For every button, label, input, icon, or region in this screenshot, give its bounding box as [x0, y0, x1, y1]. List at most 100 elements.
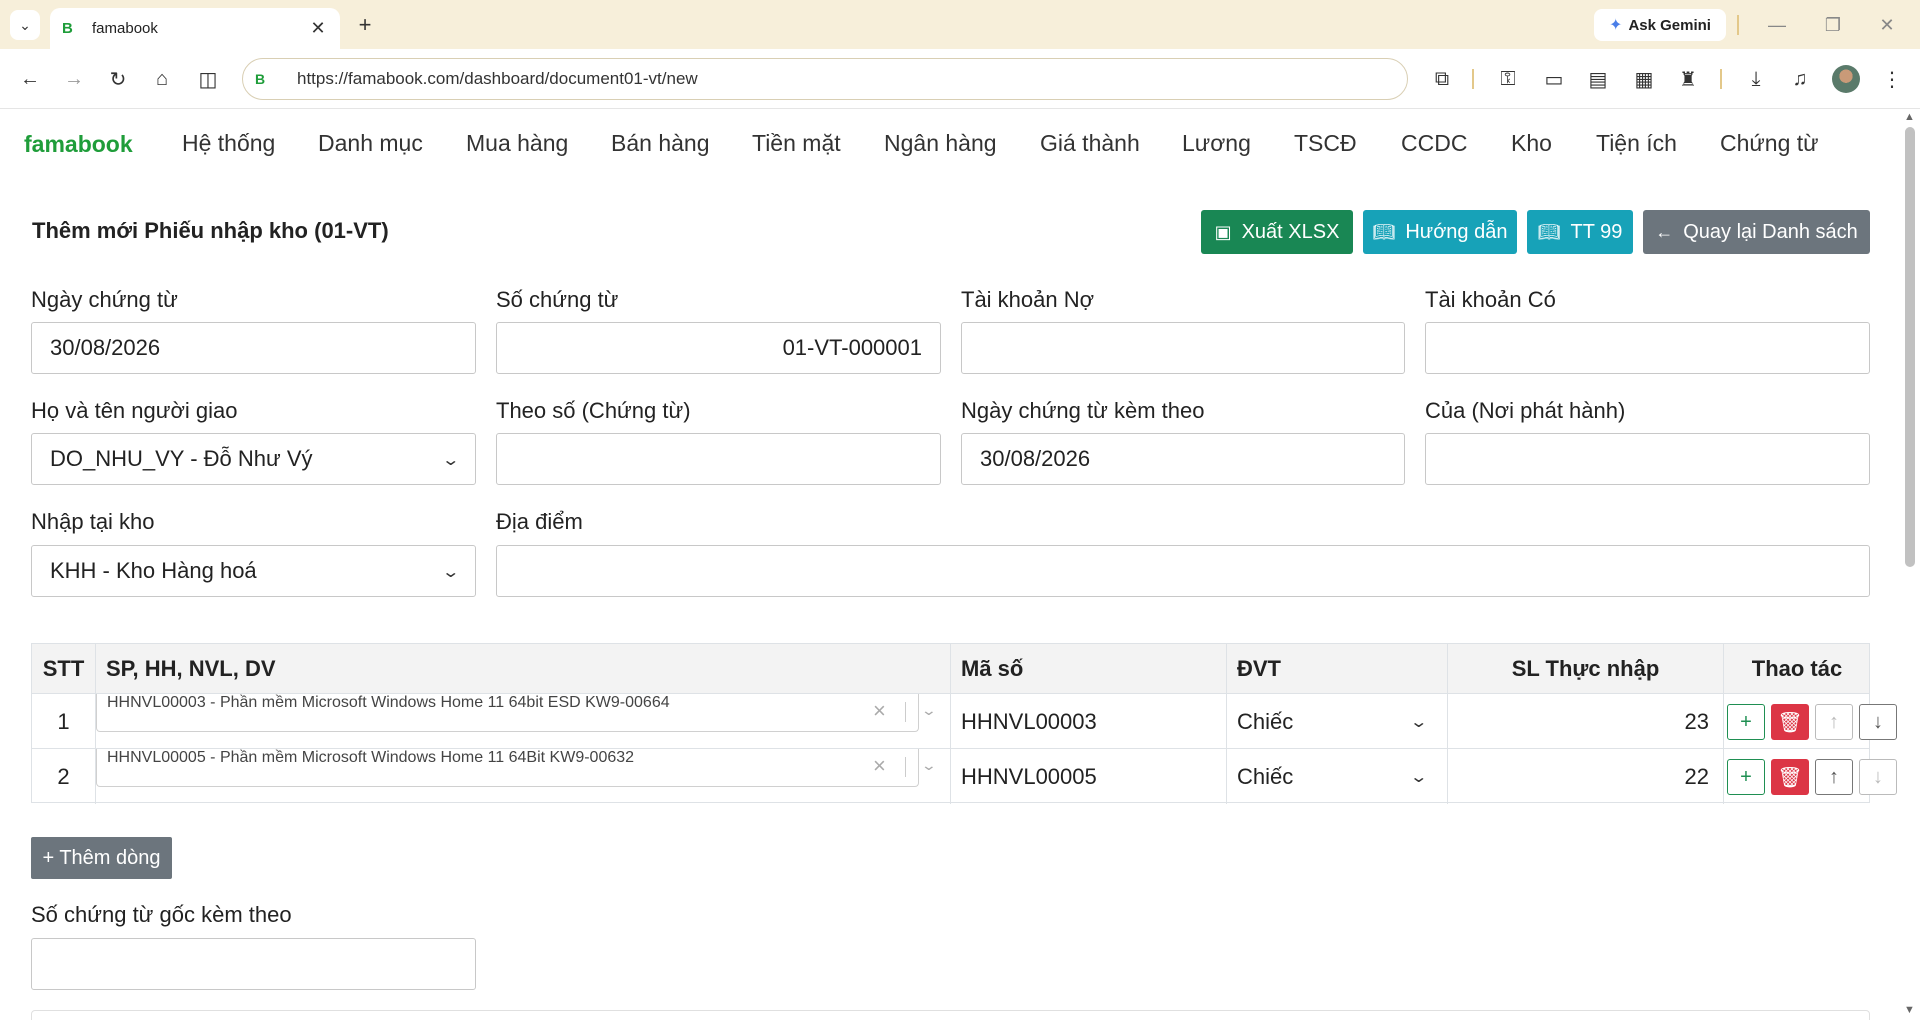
row-code: HHNVL00005: [951, 749, 1227, 804]
dia-diem-input[interactable]: [496, 545, 1870, 597]
back-arrow-icon[interactable]: ←: [16, 65, 44, 93]
nav-he-thong[interactable]: Hệ thống: [182, 130, 275, 157]
export-xlsx-button[interactable]: ▣ Xuất XLSX: [1201, 210, 1353, 254]
nav-kho[interactable]: Kho: [1511, 130, 1552, 157]
so-chung-tu-label: Số chứng từ: [496, 287, 619, 312]
home-icon[interactable]: ⌂: [148, 65, 176, 93]
sparkle-icon: ✦: [1609, 17, 1623, 34]
kho-select[interactable]: KHH - Kho Hàng hoá ⌄: [31, 545, 476, 597]
profile-avatar[interactable]: [1832, 65, 1860, 93]
nav-ngan-hang[interactable]: Ngân hàng: [884, 130, 997, 157]
header-actions: Thao tác: [1751, 655, 1843, 681]
qty-input[interactable]: 22: [1448, 749, 1724, 804]
nav-ban-hang[interactable]: Bán hàng: [611, 130, 709, 157]
tai-khoan-no-input[interactable]: [961, 322, 1405, 374]
address-bar[interactable]: B https://famabook.com/dashboard/documen…: [242, 58, 1408, 100]
ngay-kem-theo-label: Ngày chứng từ kèm theo: [961, 398, 1205, 423]
arrow-down-icon[interactable]: ↓: [1859, 759, 1897, 795]
close-icon[interactable]: ✕: [308, 18, 328, 39]
divider: [905, 757, 906, 777]
add-row-icon[interactable]: +: [1727, 704, 1765, 740]
trash-icon[interactable]: 🗑︎: [1771, 759, 1809, 795]
excel-file-icon: ▣: [1214, 221, 1232, 242]
next-section-frame: [31, 1010, 1870, 1020]
nav-luong[interactable]: Lương: [1182, 130, 1251, 157]
ask-gemini-button[interactable]: ✦ Ask Gemini: [1594, 9, 1726, 41]
media-icon[interactable]: ♫: [1786, 65, 1814, 93]
window-close-icon[interactable]: ✕: [1872, 12, 1902, 38]
nav-tien-mat[interactable]: Tiền mặt: [752, 130, 841, 157]
nav-gia-thanh[interactable]: Giá thành: [1040, 130, 1140, 157]
minimize-icon[interactable]: —: [1762, 12, 1792, 38]
arrow-up-icon[interactable]: ↑: [1815, 704, 1853, 740]
key-icon[interactable]: ⚿: [1494, 65, 1522, 93]
items-table: STT SP, HH, NVL, DV Mã số ĐVT SL Thực nh…: [31, 643, 1897, 804]
download-icon[interactable]: ⤓: [1742, 65, 1770, 93]
unit-select[interactable]: Chiếc ⌄: [1227, 694, 1448, 749]
row-actions: + 🗑︎ ↑ ↓: [1724, 749, 1897, 804]
theo-so-input[interactable]: [496, 433, 941, 485]
card-icon[interactable]: ▭: [1540, 65, 1568, 93]
browser-toolbar: ← → ↻ ⌂ ◫ B https://famabook.com/dashboa…: [0, 49, 1920, 109]
forward-arrow-icon[interactable]: →: [60, 65, 88, 93]
nav-tscd[interactable]: TSCĐ: [1294, 130, 1357, 157]
more-icon[interactable]: ⋮: [1878, 65, 1906, 93]
trash-icon[interactable]: 🗑︎: [1771, 704, 1809, 740]
incognito-icon[interactable]: ♜: [1674, 65, 1702, 93]
back-to-list-button[interactable]: ← Quay lại Danh sách: [1643, 210, 1870, 254]
header-qty: SL Thực nhập: [1448, 644, 1724, 693]
nguoi-giao-label: Họ và tên người giao: [31, 398, 238, 423]
plus-icon[interactable]: +: [352, 12, 378, 38]
clear-icon[interactable]: ×: [873, 698, 886, 724]
nav-ccdc[interactable]: CCDC: [1401, 130, 1467, 157]
page-title: Thêm mới Phiếu nhập kho (01-VT): [32, 218, 389, 243]
unit-select[interactable]: Chiếc ⌄: [1227, 749, 1448, 804]
back-to-list-label: Quay lại Danh sách: [1683, 220, 1858, 243]
ngay-kem-theo-input[interactable]: 30/08/2026: [961, 433, 1405, 485]
page-scrollbar[interactable]: ▲ ▼: [1900, 109, 1920, 1020]
ngay-chung-tu-input[interactable]: 30/08/2026: [31, 322, 476, 374]
site-info-icon[interactable]: B: [255, 71, 281, 87]
scroll-thumb[interactable]: [1905, 127, 1915, 567]
url-text[interactable]: https://famabook.com/dashboard/document0…: [297, 69, 698, 89]
product-select[interactable]: HHNVL00003 - Phần mềm Microsoft Windows …: [96, 694, 937, 732]
nav-danh-muc[interactable]: Danh mục: [318, 130, 423, 157]
dia-diem-label: Địa điểm: [496, 509, 583, 534]
so-chung-tu-input[interactable]: 01-VT-000001: [496, 322, 941, 374]
nguoi-giao-select[interactable]: DO_NHU_VY - Đỗ Như Vý ⌄: [31, 433, 476, 485]
tai-khoan-co-input[interactable]: [1425, 322, 1870, 374]
book-icon: 📖︎: [1372, 221, 1396, 242]
extensions-icon[interactable]: ⧉: [1428, 65, 1456, 93]
scroll-down-icon[interactable]: ▼: [1904, 1004, 1915, 1016]
nav-mua-hang[interactable]: Mua hàng: [466, 130, 568, 157]
add-line-button[interactable]: + Thêm dòng: [31, 837, 172, 879]
divider: [1737, 15, 1739, 35]
product-select[interactable]: HHNVL00005 - Phần mềm Microsoft Windows …: [96, 749, 937, 787]
guide-button[interactable]: 📖︎ Hướng dẫn: [1363, 210, 1517, 254]
table-icon[interactable]: ▦: [1630, 65, 1658, 93]
brand-logo[interactable]: famabook: [24, 131, 133, 158]
reload-icon[interactable]: ↻: [104, 65, 132, 93]
unit-value: Chiếc: [1237, 708, 1294, 734]
nav-tien-ich[interactable]: Tiện ích: [1596, 130, 1677, 157]
qty-input[interactable]: 23: [1448, 694, 1724, 749]
restore-icon[interactable]: ❐: [1818, 12, 1848, 38]
tt99-button[interactable]: 📖︎ TT 99: [1527, 210, 1633, 254]
scroll-up-icon[interactable]: ▲: [1904, 111, 1915, 123]
ngay-chung-tu-label: Ngày chứng từ: [31, 287, 178, 312]
chevron-down-icon[interactable]: ⌄: [921, 702, 937, 719]
arrow-up-icon[interactable]: ↑: [1815, 759, 1853, 795]
clear-icon[interactable]: ×: [873, 753, 886, 779]
chevron-down-icon[interactable]: ⌄: [10, 10, 40, 40]
add-row-icon[interactable]: +: [1727, 759, 1765, 795]
divider: [1472, 69, 1474, 89]
so-chung-tu-goc-input[interactable]: [31, 938, 476, 990]
nav-chung-tu[interactable]: Chứng từ: [1720, 130, 1819, 157]
browser-tab[interactable]: B famabook ✕: [50, 8, 340, 49]
chevron-down-icon[interactable]: ⌄: [921, 757, 937, 774]
reading-mode-icon[interactable]: ▤: [1584, 65, 1612, 93]
arrow-down-icon[interactable]: ↓: [1859, 704, 1897, 740]
divider: [1720, 69, 1722, 89]
split-view-icon[interactable]: ◫: [194, 65, 222, 93]
cua-input[interactable]: [1425, 433, 1870, 485]
